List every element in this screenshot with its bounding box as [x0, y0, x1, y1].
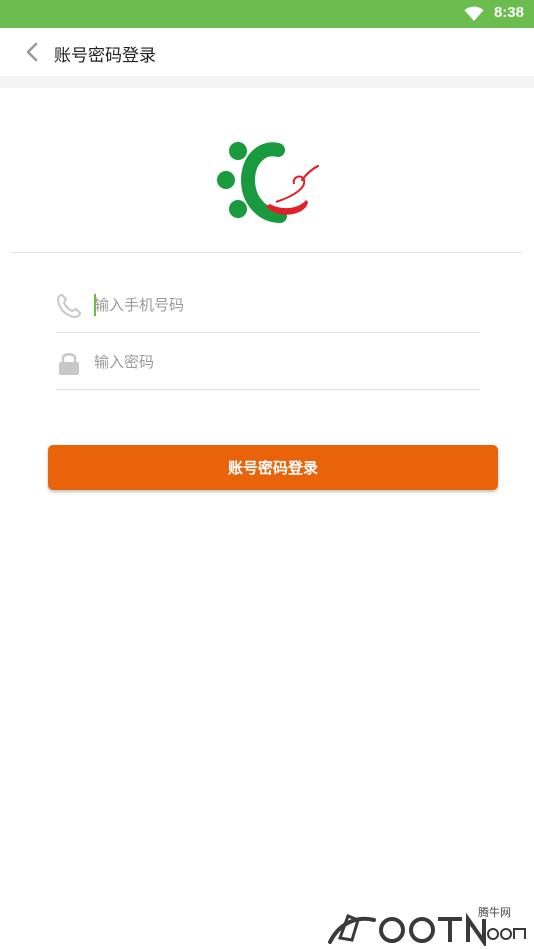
watermark-text: 腾牛网	[478, 905, 511, 919]
wifi-icon	[464, 6, 484, 21]
status-bar: 8:38	[0, 0, 534, 28]
logo-divider	[12, 252, 522, 253]
toolbar-divider	[0, 76, 534, 88]
phone-input[interactable]	[94, 289, 474, 321]
lock-icon	[59, 353, 79, 375]
password-input[interactable]	[94, 346, 474, 378]
app-logo	[217, 142, 320, 223]
login-button[interactable]: 账号密码登录	[48, 445, 498, 490]
status-time: 8:38	[493, 4, 524, 21]
password-field	[56, 334, 480, 390]
text-cursor	[94, 294, 96, 316]
phone-field	[56, 277, 480, 333]
toolbar: 账号密码登录	[0, 28, 534, 76]
chevron-left-icon[interactable]	[24, 42, 40, 62]
page-title: 账号密码登录	[54, 46, 156, 66]
phone-icon	[56, 293, 82, 319]
qqtn-watermark-logo: 腾牛网	[328, 905, 526, 946]
